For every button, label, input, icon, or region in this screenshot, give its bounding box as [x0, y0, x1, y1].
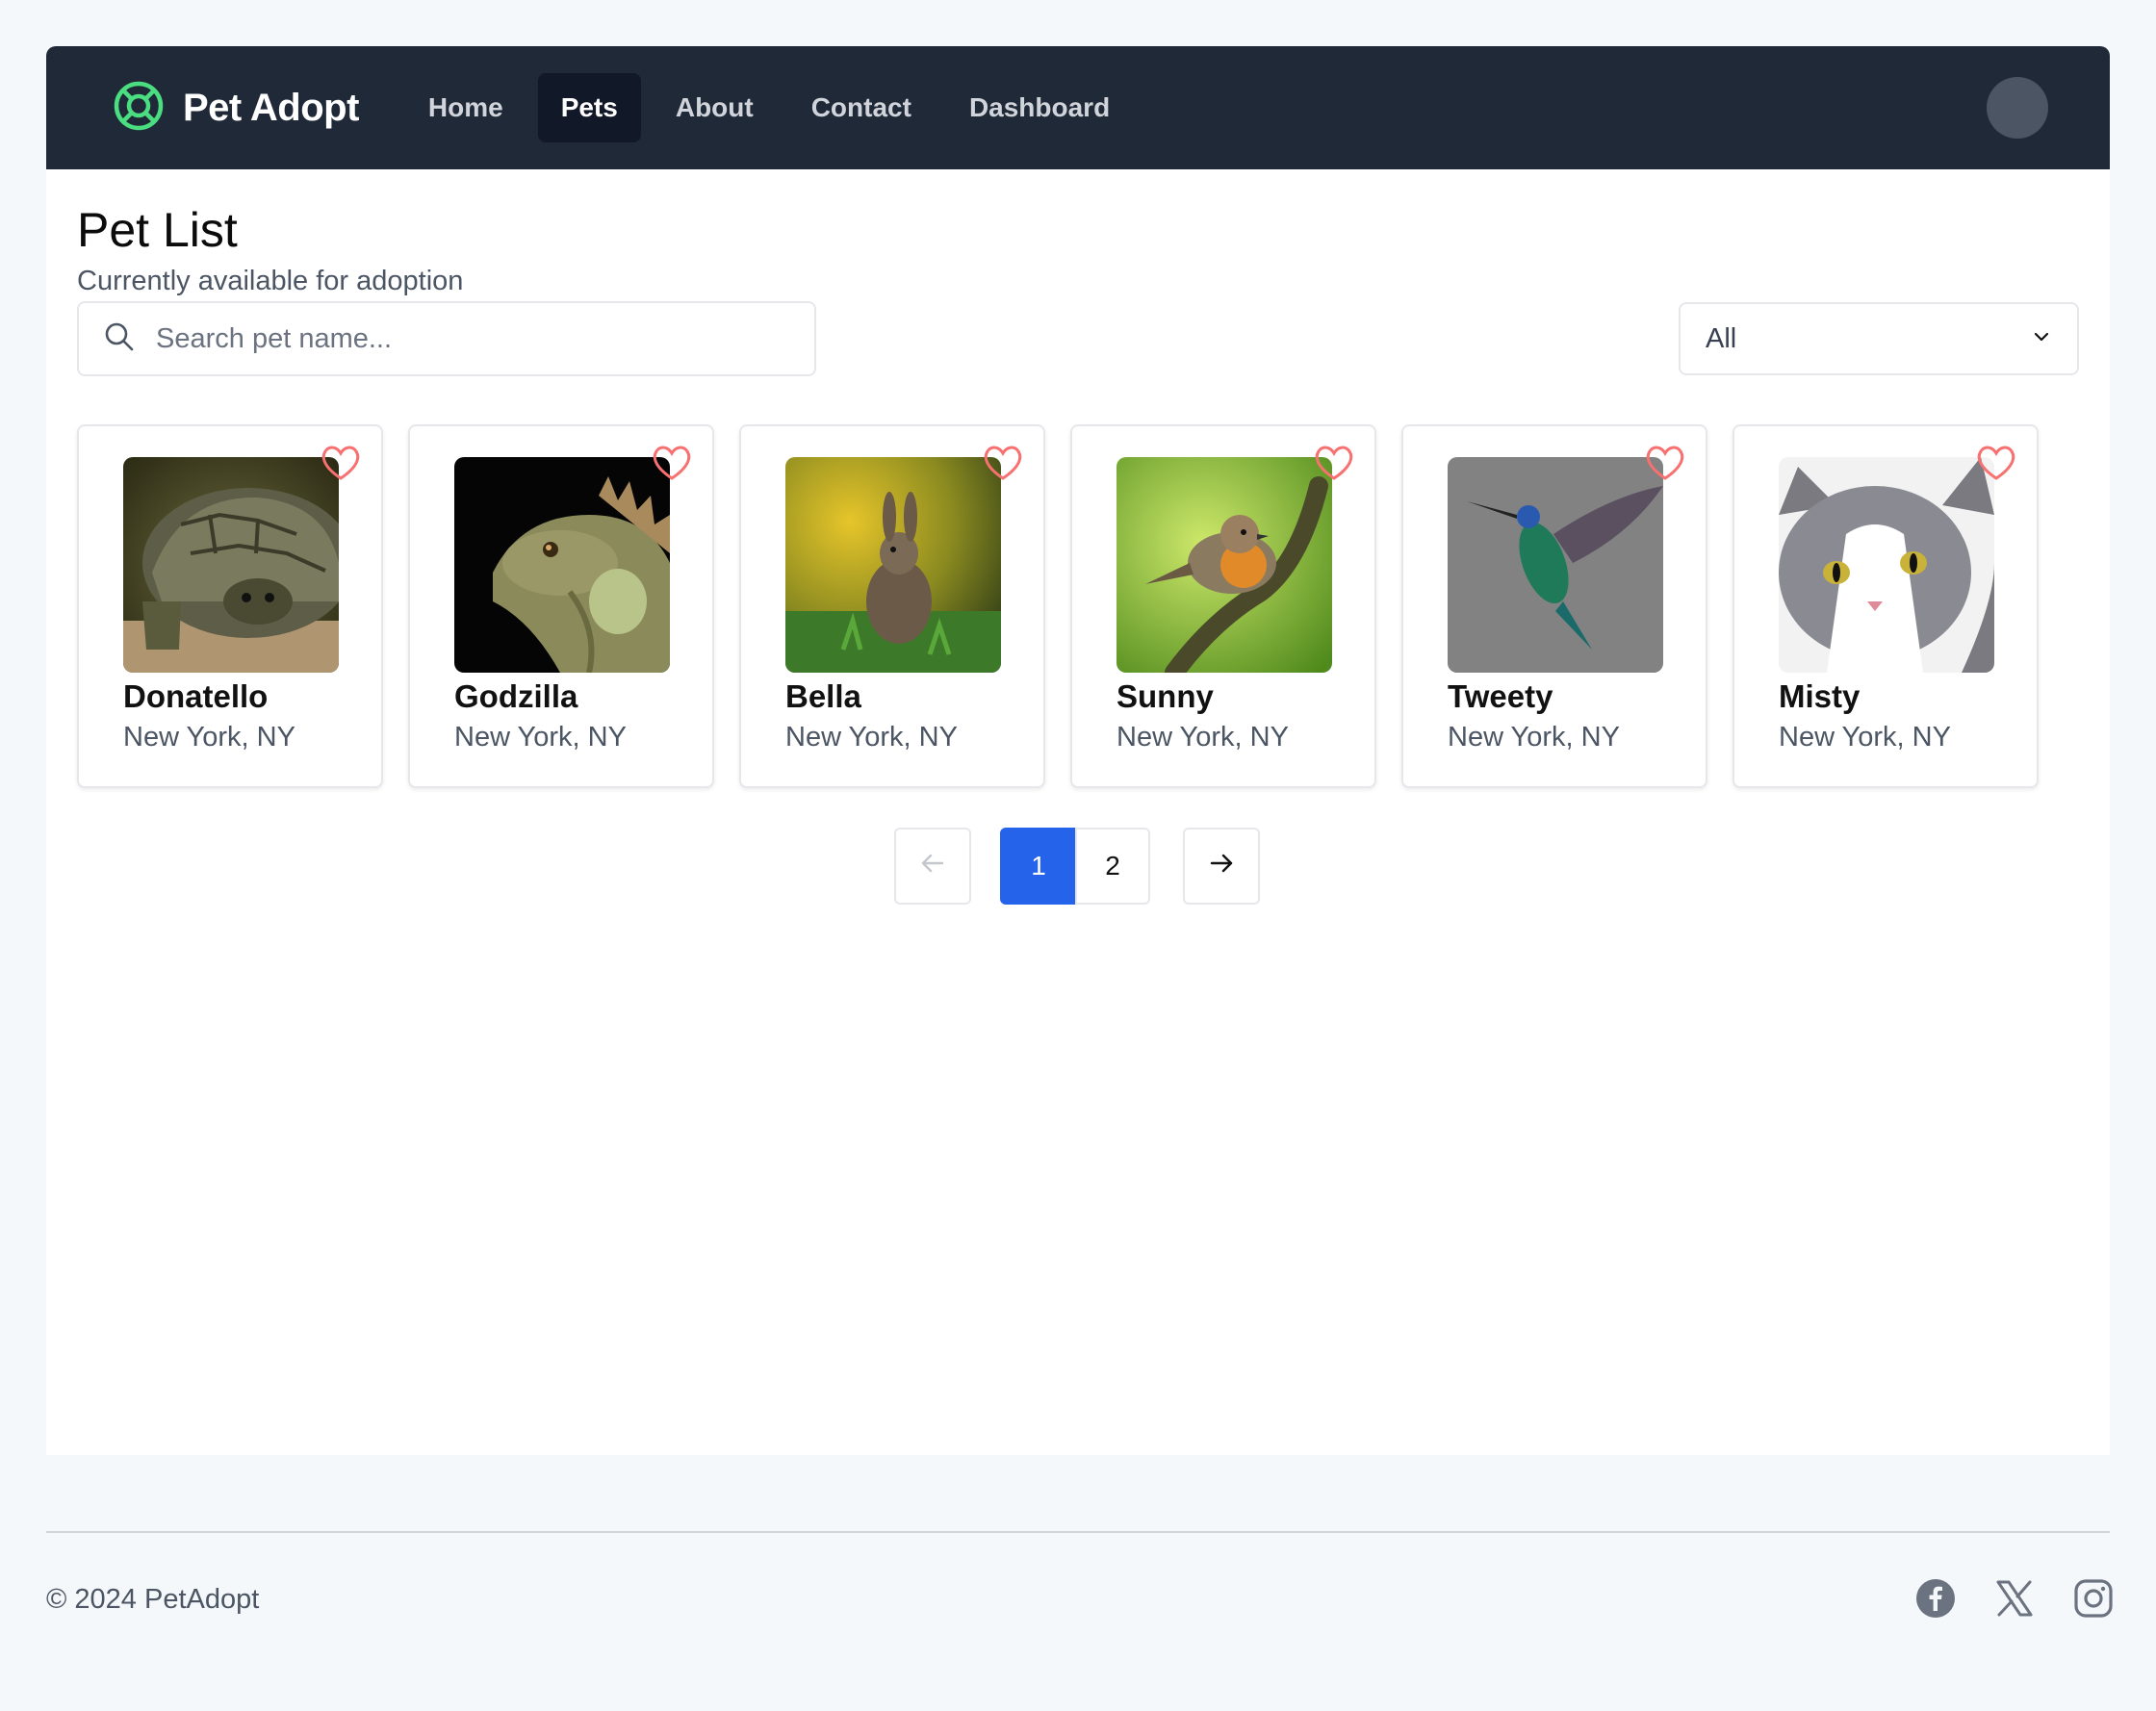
pet-photo-tortoise: [123, 457, 339, 673]
pet-photo-robin: [1116, 457, 1332, 673]
pet-location: New York, NY: [1779, 722, 1951, 753]
instagram-icon[interactable]: [2073, 1578, 2114, 1619]
x-icon[interactable]: [1994, 1578, 2035, 1619]
favorite-heart-icon[interactable]: [1975, 444, 2017, 482]
pet-card[interactable]: Tweety New York, NY: [1401, 424, 1707, 788]
pet-name: Godzilla: [454, 678, 578, 714]
brand-name: Pet Adopt: [183, 86, 359, 129]
select-value: All: [1706, 322, 1737, 354]
social-links: [1915, 1578, 2114, 1619]
pet-name: Misty: [1779, 678, 1861, 714]
pet-name: Sunny: [1116, 678, 1214, 714]
pet-location: New York, NY: [1116, 722, 1289, 753]
app-root: Pet Adopt Home Pets About Contact Dashbo…: [0, 0, 2156, 1711]
pet-name: Donatello: [123, 678, 269, 714]
pet-location: New York, NY: [785, 722, 958, 753]
favorite-heart-icon[interactable]: [1313, 444, 1355, 482]
favorite-heart-icon[interactable]: [320, 444, 362, 482]
footer-copyright: © 2024 PetAdopt: [46, 1584, 260, 1615]
page-title: Pet List: [77, 203, 238, 257]
next-page-button[interactable]: [1183, 828, 1260, 905]
pet-name: Tweety: [1448, 678, 1553, 714]
main-content: Pet List Currently available for adoptio…: [46, 169, 2110, 1455]
pet-photo-cat: [1779, 457, 1994, 673]
facebook-icon[interactable]: [1915, 1578, 1956, 1619]
arrow-left-icon: [918, 849, 947, 884]
page-subtitle: Currently available for adoption: [77, 266, 464, 296]
favorite-heart-icon[interactable]: [982, 444, 1024, 482]
pet-location: New York, NY: [123, 722, 295, 753]
pet-photo-rabbit: [785, 457, 1001, 673]
page-2-button[interactable]: 2: [1075, 828, 1150, 905]
footer-divider: [46, 1531, 2110, 1533]
nav-contact[interactable]: Contact: [788, 73, 935, 142]
pet-type-select[interactable]: All: [1679, 302, 2079, 375]
pet-card[interactable]: Bella New York, NY: [739, 424, 1045, 788]
user-avatar[interactable]: [1987, 77, 2048, 139]
nav-home[interactable]: Home: [405, 73, 526, 142]
prev-page-button[interactable]: [894, 828, 971, 905]
page-1-button[interactable]: 1: [1000, 828, 1077, 905]
chevron-down-icon: [2031, 323, 2052, 355]
favorite-heart-icon[interactable]: [651, 444, 693, 482]
search-icon: [102, 319, 137, 359]
pet-card[interactable]: Misty New York, NY: [1732, 424, 2039, 788]
pet-photo-hummingbird: [1448, 457, 1663, 673]
pet-location: New York, NY: [454, 722, 627, 753]
pet-cards: Donatello New York, NY Godzilla New York…: [77, 424, 2039, 788]
pet-location: New York, NY: [1448, 722, 1620, 753]
pet-name: Bella: [785, 678, 861, 714]
favorite-heart-icon[interactable]: [1644, 444, 1686, 482]
search-input[interactable]: [156, 322, 772, 355]
pet-card[interactable]: Sunny New York, NY: [1070, 424, 1376, 788]
search-box[interactable]: [77, 301, 816, 376]
nav-links: Home Pets About Contact Dashboard: [405, 73, 1133, 142]
pet-photo-iguana: [454, 457, 670, 673]
pet-card[interactable]: Donatello New York, NY: [77, 424, 383, 788]
lifebuoy-icon: [112, 79, 166, 138]
arrow-right-icon: [1207, 849, 1236, 884]
brand[interactable]: Pet Adopt: [112, 79, 359, 138]
top-navbar: Pet Adopt Home Pets About Contact Dashbo…: [46, 46, 2110, 169]
pet-card[interactable]: Godzilla New York, NY: [408, 424, 714, 788]
nav-about[interactable]: About: [653, 73, 777, 142]
nav-pets[interactable]: Pets: [537, 73, 641, 142]
nav-dashboard[interactable]: Dashboard: [946, 73, 1133, 142]
